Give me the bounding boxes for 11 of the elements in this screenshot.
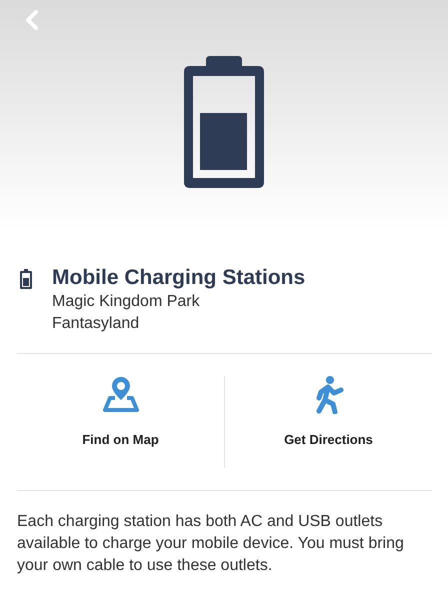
- back-icon[interactable]: [25, 10, 39, 30]
- battery-icon: [184, 56, 264, 188]
- location-text: Magic Kingdom Park: [52, 292, 201, 312]
- location-text: Fantasyland: [52, 314, 140, 334]
- battery-icon: [20, 269, 32, 289]
- directions-button[interactable]: Get Directions: [224, 376, 432, 468]
- map-pin-icon: [102, 376, 140, 414]
- place-title: Mobile Charging Stations: [52, 265, 306, 291]
- find-on-map-button[interactable]: Find on Map: [17, 354, 224, 468]
- description-text: Each charging station has both AC and USB outlets available to charge your mobile device. You must bring your own cable to use these outlets.: [17, 512, 405, 576]
- running-person-icon: [314, 376, 344, 414]
